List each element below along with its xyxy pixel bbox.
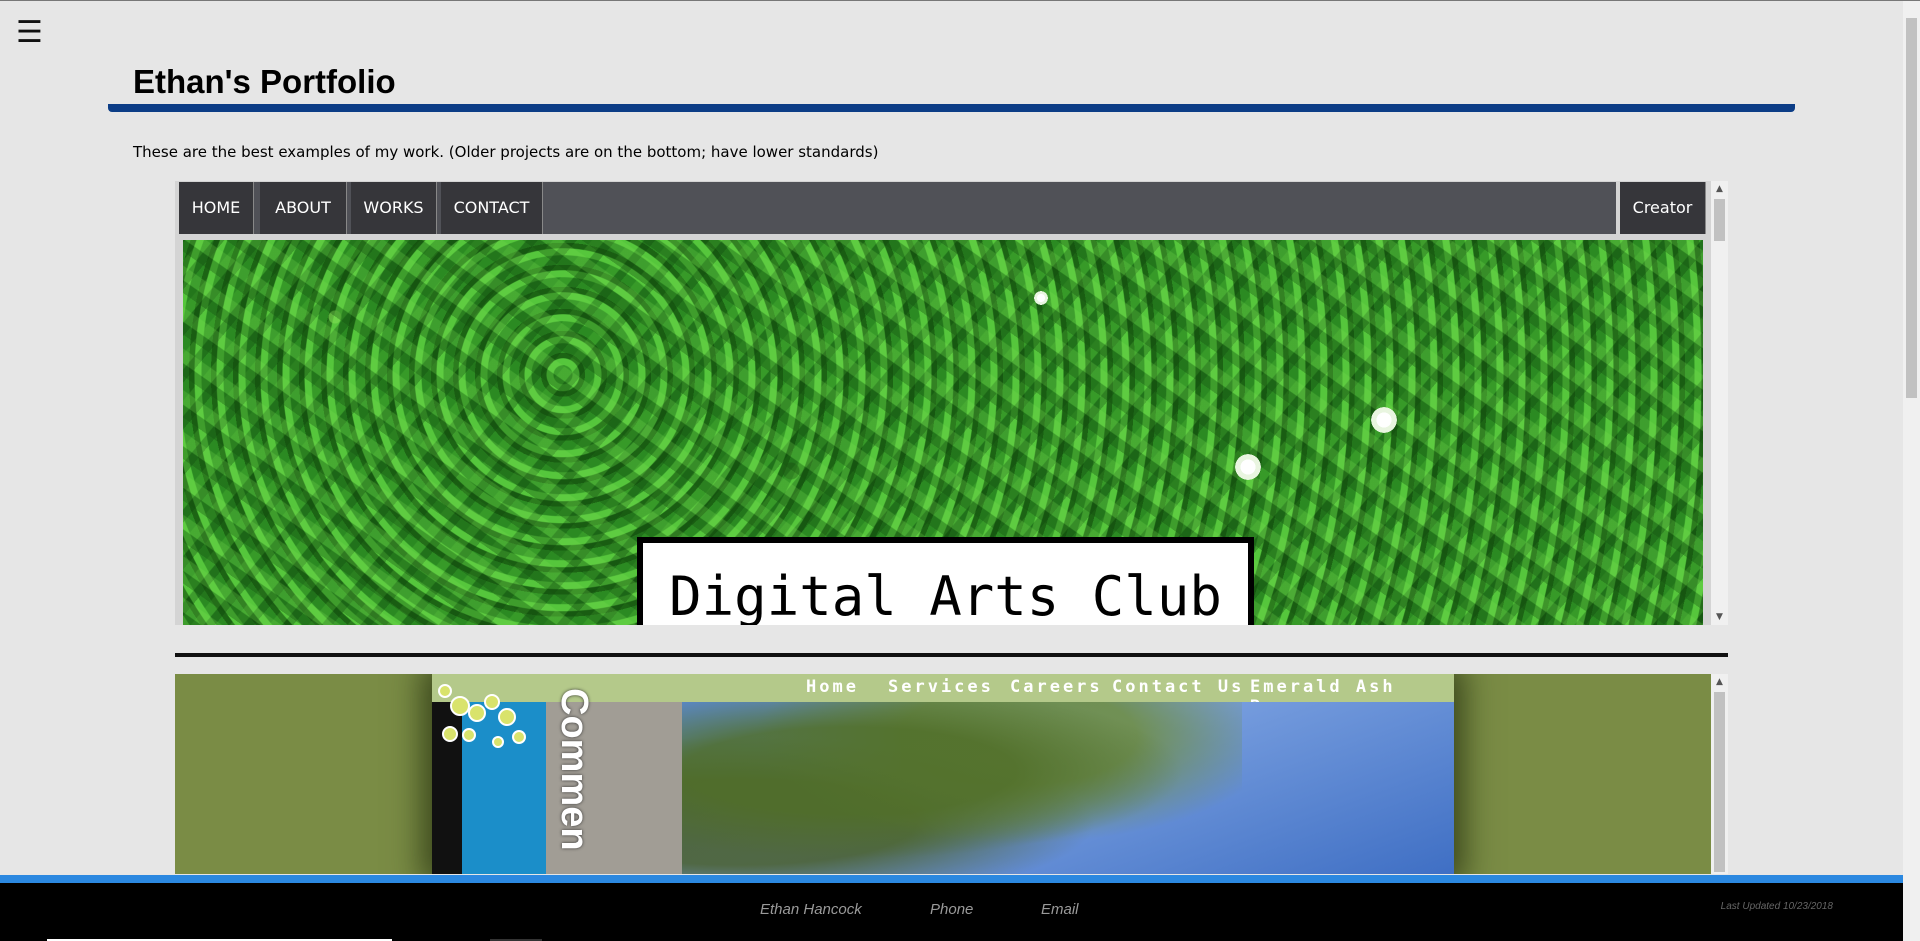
project2-site: Home Services Careers Contact Us Emerald… <box>432 674 1454 874</box>
clover-flower <box>1369 405 1399 435</box>
logo-leaf <box>468 704 486 722</box>
logo-leaf <box>438 684 452 698</box>
project-frame-digital-arts[interactable]: HOME ABOUT WORKS CONTACT Creator Digital… <box>175 181 1728 625</box>
nav-creator[interactable]: Creator <box>1616 182 1706 234</box>
clover-flower <box>1033 290 1049 306</box>
hero-image: Digital Arts Club <box>183 240 1703 625</box>
page-scrollbar[interactable] <box>1903 1 1920 941</box>
project-divider <box>175 653 1728 657</box>
menu-icon[interactable]: ☰ <box>16 15 43 51</box>
site2-nav-contact[interactable]: Contact Us <box>1112 677 1244 697</box>
footer-accent-bar <box>0 875 1903 883</box>
tree-foliage <box>682 702 1242 874</box>
logo-leaf <box>512 730 526 744</box>
frame1-scrollbar[interactable]: ▲ ▼ <box>1711 181 1728 625</box>
hero-title: Digital Arts Club <box>669 565 1222 625</box>
scroll-thumb[interactable] <box>1714 692 1725 872</box>
logo-leaf <box>462 728 476 742</box>
nav-contact[interactable]: CONTACT <box>441 182 543 234</box>
clover-flower <box>1233 452 1263 482</box>
vertical-company-text: Commen <box>553 688 595 851</box>
footer-name: Ethan Hancock <box>760 901 862 918</box>
scroll-up-icon[interactable]: ▲ <box>1711 181 1728 197</box>
last-updated: Last Updated 10/23/2018 <box>1720 901 1833 912</box>
nav-about[interactable]: ABOUT <box>260 182 347 234</box>
logo-leaf <box>492 736 504 748</box>
logo-leaf <box>484 694 500 710</box>
project1-nav: HOME ABOUT WORKS CONTACT Creator <box>179 182 1706 234</box>
site2-nav-careers[interactable]: Careers <box>1010 677 1103 697</box>
site2-nav-services[interactable]: Services <box>888 677 994 697</box>
footer-phone-link[interactable]: Phone <box>930 901 973 918</box>
scroll-down-icon[interactable]: ▼ <box>1711 609 1728 625</box>
hero-title-box: Digital Arts Club <box>637 537 1254 625</box>
scroll-up-icon[interactable]: ▲ <box>1711 674 1728 690</box>
logo-leaf <box>442 726 458 742</box>
site2-nav-home[interactable]: Home <box>806 677 859 697</box>
nav-home[interactable]: HOME <box>179 182 254 234</box>
page-title: Ethan's Portfolio <box>133 63 396 100</box>
scroll-thumb[interactable] <box>1714 199 1725 241</box>
footer: Ethan Hancock Phone Email Last Updated 1… <box>0 883 1903 941</box>
footer-email-link[interactable]: Email <box>1041 901 1079 918</box>
intro-text: These are the best examples of my work. … <box>133 143 879 161</box>
project-frame-tree-service[interactable]: Home Services Careers Contact Us Emerald… <box>175 674 1728 874</box>
nav-works[interactable]: WORKS <box>351 182 437 234</box>
title-underline <box>108 104 1795 112</box>
frame2-scrollbar[interactable]: ▲ <box>1711 674 1728 874</box>
logo-leaf <box>498 708 516 726</box>
page-scroll-thumb[interactable] <box>1906 18 1917 398</box>
logo-leaf <box>450 696 470 716</box>
